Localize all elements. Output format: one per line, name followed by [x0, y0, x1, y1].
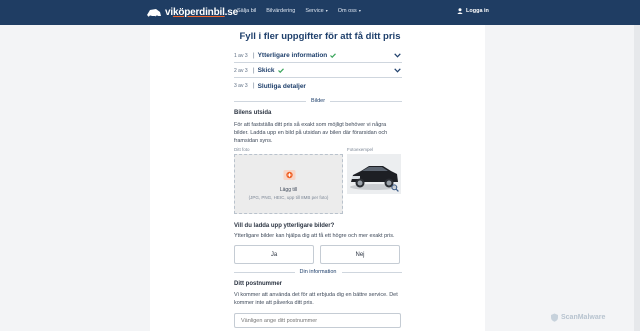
nav-service[interactable]: Service ▾ [305, 8, 327, 14]
step-condition[interactable]: 2 av 3 | Skick [234, 64, 402, 78]
section-heading-images: Bilder [234, 97, 402, 105]
images-description: För att fastställa ditt pris så exakt so… [234, 122, 388, 144]
postcode-input[interactable] [234, 313, 401, 328]
your-photo-label: Ditt foto [234, 147, 250, 152]
check-icon [277, 68, 284, 73]
chevron-down-icon [394, 68, 401, 73]
subheading-car-exterior: Bilens utsida [234, 110, 272, 116]
postcode-description: Vi kommer att använda det för att erbjud… [234, 292, 398, 306]
page-title: Fyll i fler uppgifter för att få ditt pr… [239, 31, 401, 42]
step-additional-info[interactable]: 1 av 3 | Ytterligare information [234, 49, 402, 63]
check-icon [330, 53, 337, 58]
chevron-down-icon: ▾ [324, 8, 328, 13]
site-logo[interactable]: viköperdinbil.se [146, 5, 238, 20]
login-button[interactable]: Logga in [457, 8, 489, 14]
watermark: ScanMalware [550, 313, 605, 322]
section-heading-your-info: Din information [234, 268, 402, 276]
more-images-question: Vill du ladda upp ytterligare bilder? [234, 223, 335, 229]
subheading-postcode: Ditt postnummer [234, 281, 282, 287]
scrollbar-track[interactable] [634, 25, 640, 331]
divider [234, 271, 295, 273]
top-navbar: viköperdinbil.se Sälja bil Bilvärdering … [0, 0, 640, 25]
nav-sell-car[interactable]: Sälja bil [237, 8, 256, 14]
main-nav: Sälja bil Bilvärdering Service ▾ Om oss … [237, 8, 371, 14]
yes-button[interactable]: Ja [234, 245, 314, 264]
user-icon [457, 8, 463, 14]
shield-icon [551, 313, 558, 322]
add-photo-icon [283, 170, 296, 180]
car-logo-icon [147, 8, 161, 18]
zoom-icon[interactable] [391, 184, 399, 192]
upload-label: Lägg till [279, 187, 298, 193]
nav-car-valuation[interactable]: Bilvärdering [266, 8, 295, 14]
upload-hint: (JPG, PNG, HEIC, upp till 8MB per foto) [248, 195, 329, 200]
divider [341, 271, 402, 273]
example-car-photo [347, 154, 401, 194]
chevron-down-icon: ▾ [357, 8, 361, 13]
example-photo-label: Fotoexempel [347, 147, 374, 152]
step-final-details: 3 av 3 | Slutliga detaljer [234, 82, 306, 90]
more-images-description: Ytterligare bilder kan hjälpa dig att få… [234, 233, 395, 239]
chevron-down-icon [394, 53, 401, 58]
photo-upload-dropzone[interactable]: Lägg till (JPG, PNG, HEIC, upp till 8MB … [234, 154, 343, 214]
no-button[interactable]: Nej [320, 245, 400, 264]
nav-about[interactable]: Om oss ▾ [338, 8, 361, 14]
logo-text: viköperdinbil.se [165, 7, 238, 18]
divider [330, 100, 402, 102]
divider [234, 100, 306, 102]
